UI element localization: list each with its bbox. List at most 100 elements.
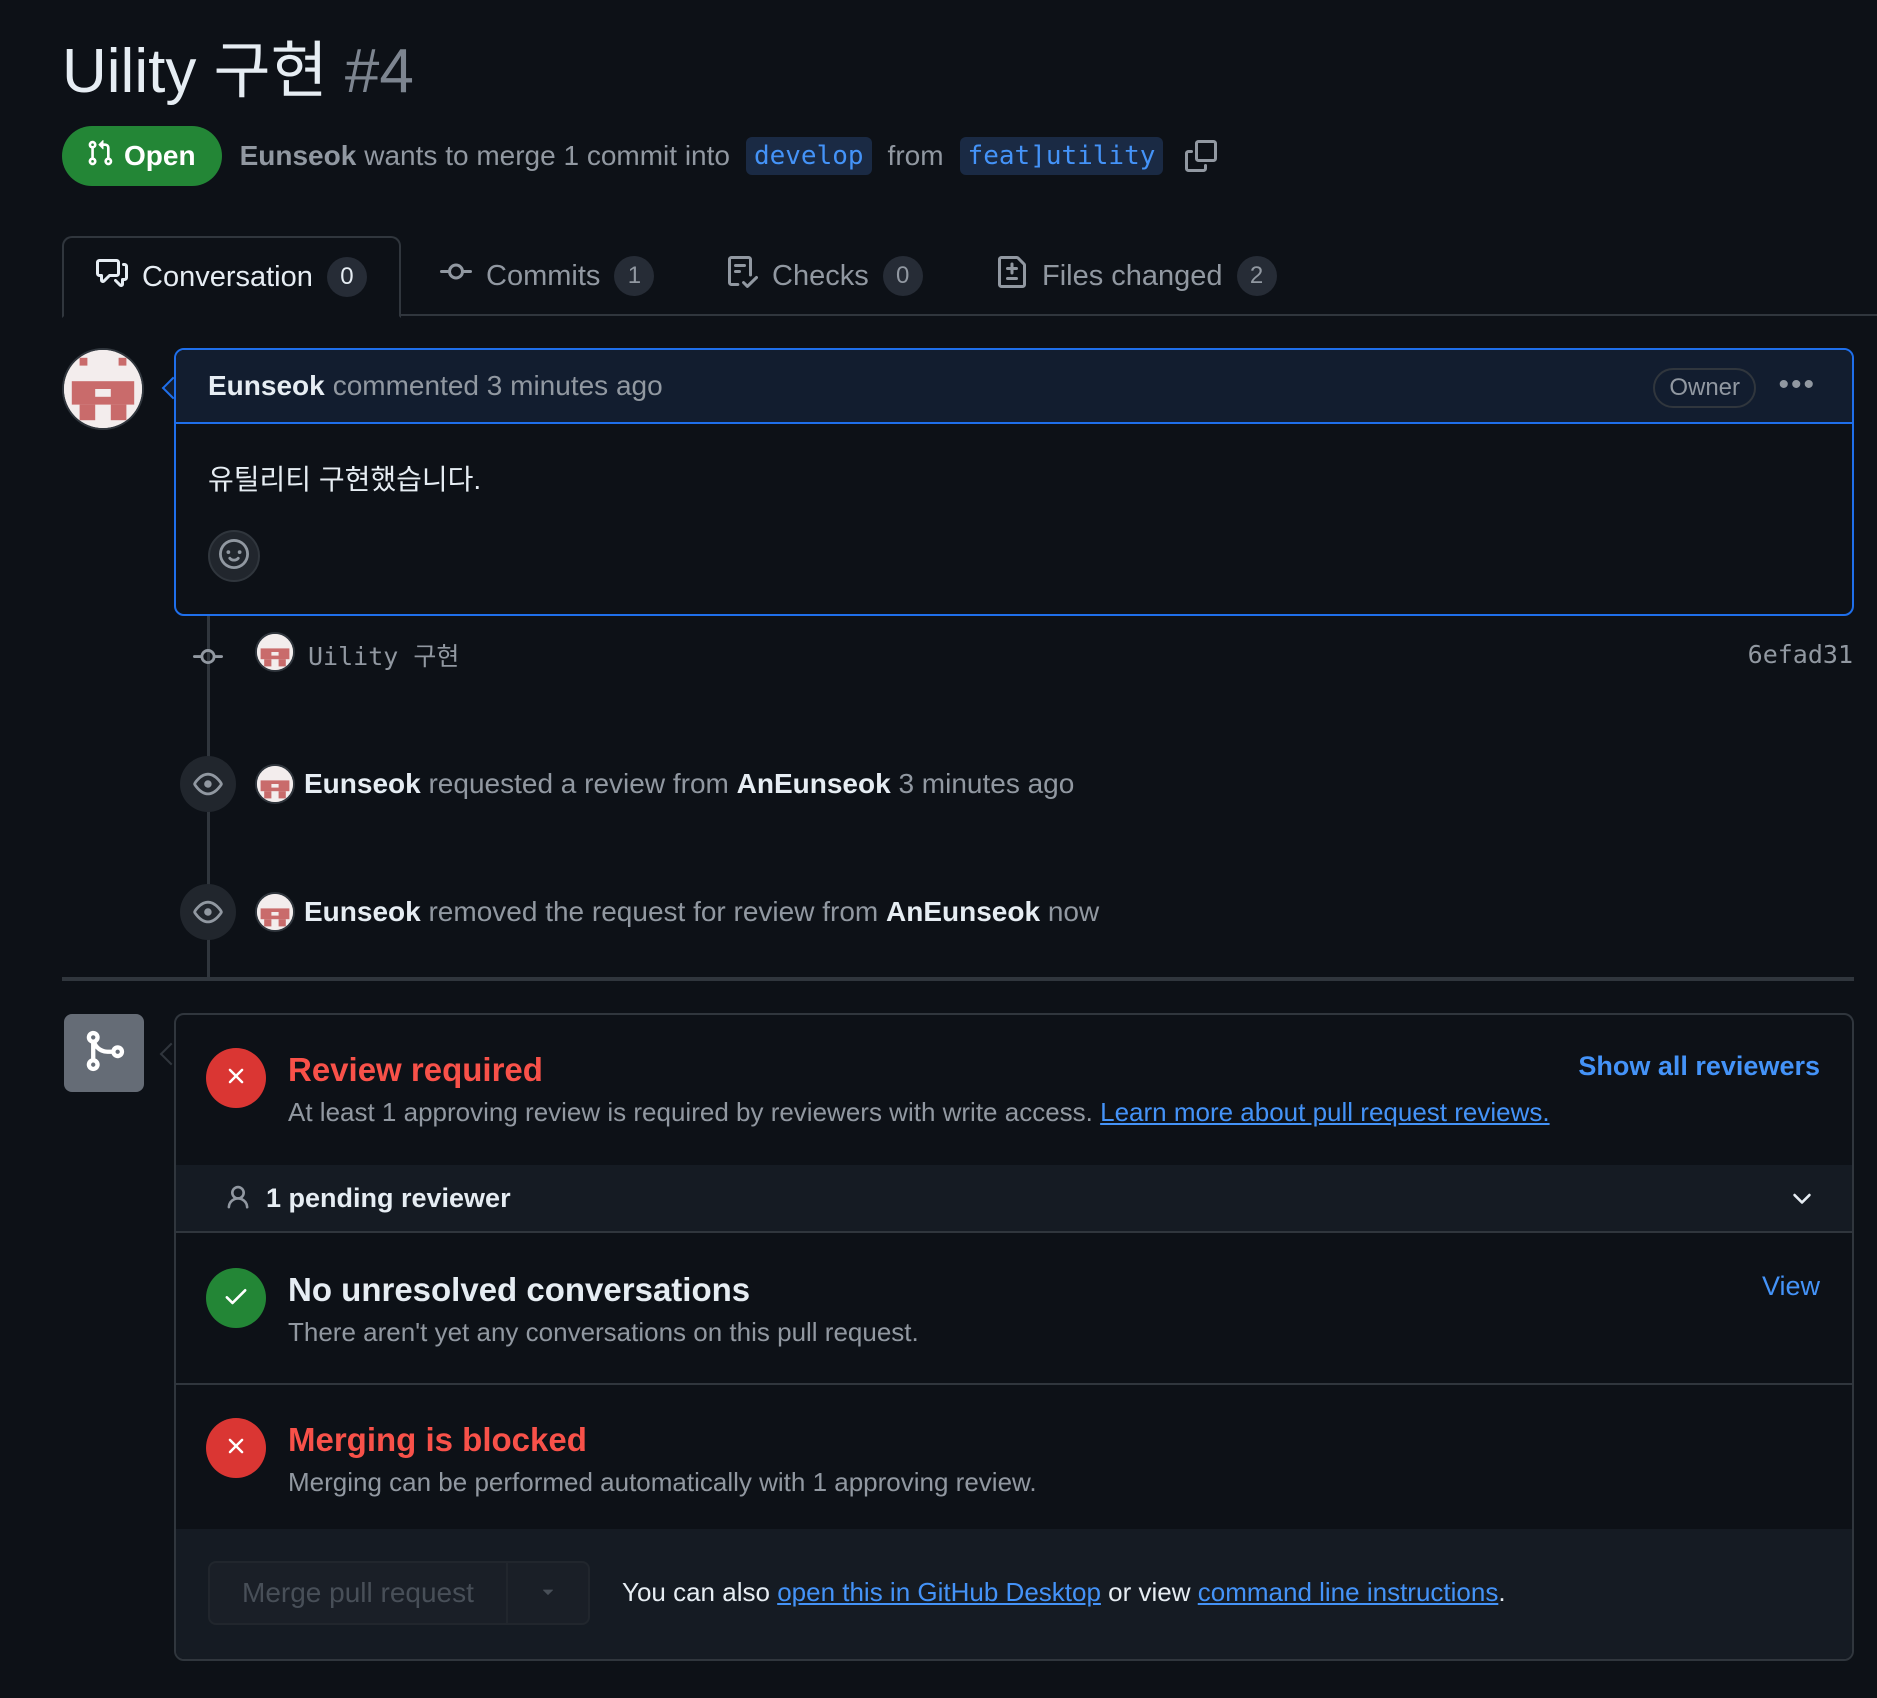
file-diff-icon [996,256,1028,296]
timeline-event: Eunseok removed the request for review f… [304,894,1099,930]
timeline-divider [62,977,1854,981]
blocked-status-circle [206,1418,266,1478]
avatar[interactable] [62,348,144,430]
eye-icon [180,756,236,812]
triangle-down-icon [537,1580,559,1607]
review-required-title: Review required [288,1051,543,1088]
pending-reviewers-row[interactable]: 1 pending reviewer [176,1163,1852,1231]
state-label: Open [124,140,196,171]
merging-blocked-desc: Merging can be performed automatically w… [288,1467,1037,1497]
tab-commits[interactable]: Commits 1 [408,236,686,316]
command-line-instructions-link[interactable]: command line instructions [1198,1577,1499,1607]
pr-tabs: Conversation 0 Commits 1 Checks 0 Files … [62,236,1877,318]
comment-discussion-icon [96,257,128,297]
merge-text: wants to merge 1 commit into [364,140,730,171]
identicon-image [257,894,293,930]
identicon-image [257,766,293,802]
timeline-event: Eunseok requested a review from AnEunseo… [304,766,1074,802]
event-text: removed the request for review from [428,896,879,927]
merge-status-icon [64,1014,144,1092]
pending-reviewer-label: 1 pending reviewer [266,1182,511,1213]
git-commit-icon [440,256,472,296]
footer-suffix: . [1498,1577,1506,1607]
comment-author-link[interactable]: Eunseok [208,370,325,402]
check-icon [222,1282,250,1315]
tab-conversation[interactable]: Conversation 0 [62,236,401,318]
event-text: requested a review from [428,768,729,799]
tab-files-changed-label: Files changed [1042,259,1223,292]
avatar[interactable] [255,632,295,672]
footer-middle: or view [1108,1577,1191,1607]
tab-commits-label: Commits [486,259,601,292]
pr-author-link[interactable]: Eunseok [240,140,357,172]
checklist-icon [726,256,759,296]
comment-action-text: commented 3 minutes ago [332,370,663,401]
review-required-desc: At least 1 approving review is required … [288,1097,1550,1128]
event-time: 3 minutes ago [898,768,1075,799]
git-merge-icon [81,1028,127,1079]
pr-meta: Open Eunseok wants to merge 1 commit int… [62,126,1218,186]
merge-box: Review required At least 1 approving rev… [174,1013,1854,1661]
merge-button-group: Merge pull request [208,1561,590,1625]
avatar[interactable] [255,764,295,804]
event-target-link[interactable]: AnEunseok [737,768,891,800]
pr-title-text: Uility 구현 [62,37,328,106]
tab-conversation-label: Conversation [142,260,313,293]
from-text: from [887,140,944,171]
identicon-image [64,350,142,428]
comment-body: 유틸리티 구현했습니다. [208,464,482,495]
avatar[interactable] [255,892,295,932]
event-time: now [1047,896,1100,927]
tab-checks-label: Checks [772,259,869,292]
view-conversations-button[interactable]: View [1762,1271,1820,1302]
conversations-title: No unresolved conversations [288,1271,751,1308]
smiley-icon [219,538,249,574]
learn-more-link[interactable]: Learn more about pull request reviews. [1100,1097,1549,1127]
merge-footer: Merge pull request You can also open thi… [176,1529,1852,1659]
tab-files-changed[interactable]: Files changed 2 [964,236,1309,316]
review-status-circle [206,1048,266,1108]
page-title: Uility 구현 #4 [62,36,414,108]
head-branch[interactable]: feat]utility [959,137,1164,175]
review-desc-text: At least 1 approving review is required … [288,1097,1093,1127]
git-commit-icon [190,642,226,677]
add-reaction-button[interactable] [208,530,260,582]
comment-header: Eunseok commented 3 minutes ago [176,350,1852,424]
event-target-link[interactable]: AnEunseok [886,896,1040,928]
tab-files-changed-count: 2 [1236,256,1277,296]
owner-badge: Owner [1653,368,1756,408]
kebab-horizontal-icon[interactable]: ••• [1778,370,1816,400]
footer-prefix: You can also [622,1577,770,1607]
event-actor-link[interactable]: Eunseok [304,896,421,928]
commit-row: Uility 구현 [308,638,459,672]
merge-divider [176,1383,1852,1385]
pr-number: #4 [344,37,414,106]
identicon-image [257,634,293,670]
eye-icon [180,884,236,940]
event-actor-link[interactable]: Eunseok [304,768,421,800]
tab-conversation-count: 0 [326,257,367,297]
git-pull-request-icon [86,139,114,174]
merging-blocked-title: Merging is blocked [288,1421,587,1458]
x-icon [223,1433,249,1464]
merge-footer-text: You can also open this in GitHub Desktop… [622,1577,1506,1608]
commit-sha-link[interactable]: 6efad31 [1748,640,1853,669]
conversations-status-circle [206,1268,266,1328]
x-icon [223,1063,249,1094]
show-all-reviewers-button[interactable]: Show all reviewers [1578,1051,1820,1082]
comment-box: Eunseok commented 3 minutes ago Owner ••… [174,348,1854,616]
merge-divider [176,1231,1852,1233]
base-branch[interactable]: develop [745,137,872,175]
conversations-desc: There aren't yet any conversations on th… [288,1317,919,1347]
copy-icon[interactable] [1185,140,1218,172]
merge-pull-request-button[interactable]: Merge pull request [210,1563,506,1623]
state-badge: Open [62,126,222,186]
chevron-down-icon[interactable] [1788,1185,1816,1220]
open-github-desktop-link[interactable]: open this in GitHub Desktop [777,1577,1101,1607]
tab-checks-count: 0 [882,256,923,296]
tab-commits-count: 1 [614,256,655,296]
person-icon [224,1184,252,1212]
commit-message-link[interactable]: Uility 구현 [308,637,459,673]
tab-checks[interactable]: Checks 0 [694,236,955,316]
merge-method-dropdown[interactable] [505,1563,588,1623]
